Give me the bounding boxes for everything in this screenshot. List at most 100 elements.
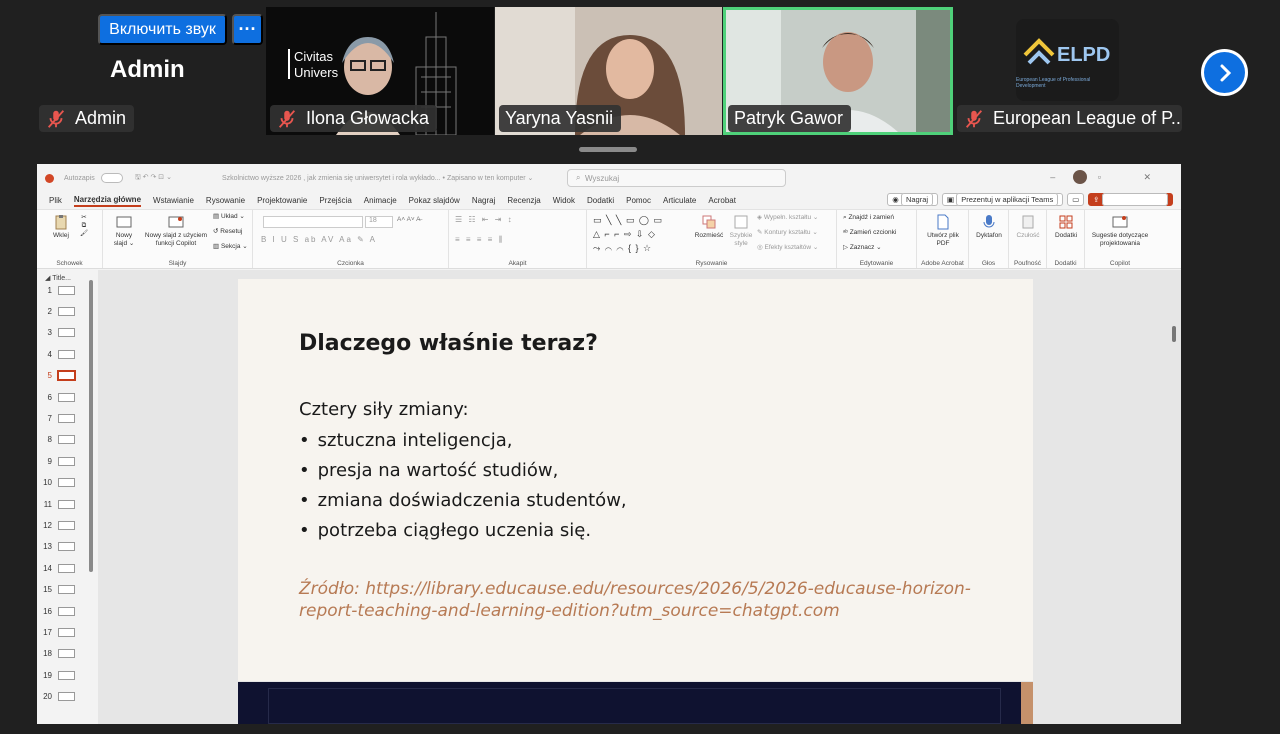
search-input[interactable]: ⌕ Wyszukaj (567, 169, 786, 187)
tab-articulate[interactable]: Articulate (663, 196, 696, 205)
comments-button[interactable]: ▭ (1067, 193, 1085, 206)
slide-thumbnail[interactable]: 11 (37, 498, 97, 510)
tab-record[interactable]: Nagraj (472, 196, 496, 205)
list-buttons[interactable]: ☰ ☷ ⇤ ⇥ ↕ (455, 216, 581, 224)
new-slide-copilot-button[interactable]: Nowy slajd z użyciem funkcji Copilot (141, 214, 211, 248)
tab-slideshow[interactable]: Pokaz slajdów (409, 196, 460, 205)
slide-thumbnail[interactable]: 8 (37, 434, 97, 446)
clipboard-icon (55, 215, 67, 230)
shape-outline-button[interactable]: ✎ Kontury kształtu ⌄ (757, 229, 835, 237)
next-participants-button[interactable] (1201, 49, 1248, 96)
slide-bullet-list[interactable]: sztuczna inteligencja, presja na wartość… (299, 429, 627, 549)
slide-thumbnail[interactable]: 1 (37, 284, 97, 296)
slide-thumbnail[interactable]: 16 (37, 605, 97, 617)
tab-acrobat[interactable]: Acrobat (708, 196, 736, 205)
slide-thumbnail[interactable]: 3 (37, 327, 97, 339)
scrollbar-thumb[interactable] (1172, 326, 1176, 342)
font-family-select[interactable] (263, 216, 363, 228)
tab-home[interactable]: Narzędzia główne (73, 195, 142, 207)
slide-thumbnail[interactable]: 15 (37, 584, 97, 596)
shape-effects-button[interactable]: ◎ Efekty kształtów ⌄ (757, 244, 835, 252)
font-format-buttons[interactable]: B I U S ab AV Aa ✎ A (261, 236, 446, 244)
slide-thumbnail[interactable]: 13 (37, 541, 97, 553)
canvas-scrollbar[interactable] (1170, 270, 1178, 724)
ribbon-group-drawing: ▭ ╲ ╲ ▭ ◯ ▭ △ ⌐ ⌐ ⇨ ⇩ ◇ ⤳ ⌒ ⌒ { } ☆ Rozmie… (587, 210, 837, 268)
select-button[interactable]: ▷ Zaznacz ⌄ (843, 244, 915, 252)
tab-transitions[interactable]: Przejścia (319, 196, 351, 205)
dictate-button[interactable]: Dyktafon (971, 214, 1007, 240)
slide-thumbnail[interactable]: 19 (37, 669, 97, 681)
slide-thumbnail[interactable]: 18 (37, 648, 97, 660)
tab-design[interactable]: Projektowanie (257, 196, 307, 205)
slide-thumbnail[interactable]: 12 (37, 519, 97, 531)
quick-styles-icon (734, 215, 748, 229)
slide-thumbnail[interactable]: 4 (37, 348, 97, 360)
next-slide-preview[interactable] (238, 682, 1033, 724)
slide-thumbnail[interactable]: 17 (37, 626, 97, 638)
slide-thumbnail[interactable]: 2 (37, 305, 97, 317)
gallery-resize-handle[interactable] (579, 147, 637, 152)
slide-number: 2 (47, 306, 52, 316)
tab-insert[interactable]: Wstawianie (153, 196, 194, 205)
tab-draw[interactable]: Rysowanie (206, 196, 245, 205)
ribbon-home: Wklej ✂ ⧉ 🖌 Schowek Nowy slajd ⌄ Nowy slaj… (37, 209, 1181, 269)
paste-button[interactable]: Wklej (49, 214, 73, 240)
shape-fill-button[interactable]: ◈ Wypełn. kształtu ⌄ (757, 214, 835, 222)
tab-file[interactable]: Plik (49, 196, 62, 205)
section-button[interactable]: ▥ Sekcja ⌄ (213, 243, 253, 251)
new-slide-button[interactable]: Nowy slajd ⌄ (111, 214, 137, 248)
record-button[interactable]: ◉ Nagraj (887, 193, 939, 206)
create-pdf-label: Utwórz plik PDF (927, 232, 959, 247)
slide-title[interactable]: Dlaczego właśnie teraz? (299, 331, 598, 356)
quick-styles-button[interactable]: Szybkie style (727, 214, 755, 248)
layout-button[interactable]: ▤ Układ ⌄ (213, 213, 253, 221)
reset-button[interactable]: ↺ Resetuj (213, 228, 253, 236)
cut-copy-icons[interactable]: ✂ ⧉ 🖌 (77, 214, 91, 238)
tab-help[interactable]: Pomoc (626, 196, 651, 205)
tab-addins[interactable]: Dodatki (587, 196, 614, 205)
align-buttons[interactable]: ≡ ≡ ≡ ≡ ⫼ (455, 236, 581, 244)
design-suggestions-button[interactable]: Sugestie dotyczące projektowania (1087, 214, 1153, 248)
ribbon-group-copilot: Sugestie dotyczące projektowania Copilot (1085, 210, 1155, 268)
font-size-select[interactable]: 18 (365, 216, 393, 228)
sensitivity-label: Czułość (1016, 232, 1040, 239)
unmute-button[interactable]: Включить звук (98, 14, 227, 45)
slide-source-link[interactable]: Źródło: https://library.educause.edu/res… (299, 578, 999, 622)
section-header[interactable]: ◢ Title... (45, 274, 71, 282)
slide-thumbnail-image (58, 413, 75, 423)
slide-intro-text[interactable]: Cztery siły zmiany: (299, 399, 469, 420)
slide-thumbnail[interactable]: 10 (37, 477, 97, 489)
participant-tile-elpd[interactable]: ELPD European League of Professional Dev… (1016, 19, 1119, 101)
slide-thumbnail[interactable]: 9 (37, 455, 97, 467)
sensitivity-button[interactable]: Czułość (1011, 214, 1045, 240)
tab-view[interactable]: Widok (553, 196, 575, 205)
slide-thumbnail[interactable]: 20 (37, 691, 97, 703)
slide-thumbnail[interactable]: 7 (37, 412, 97, 424)
window-controls[interactable]: – ▫ ✕ (1050, 172, 1171, 183)
current-slide[interactable]: Dlaczego właśnie teraz? Cztery siły zmia… (238, 279, 1033, 681)
more-options-button[interactable]: ··· (232, 14, 263, 45)
font-size-adjust[interactable]: A˄ A˅ A̶ (397, 216, 443, 224)
quick-access-icons[interactable]: 🖫 ↶ ↷ ⊡ ⌄ (135, 173, 172, 184)
addins-button[interactable]: Dodatki (1049, 214, 1083, 240)
create-pdf-button[interactable]: Utwórz plik PDF (923, 214, 963, 248)
slide-thumbnail[interactable]: 6 (37, 391, 97, 403)
slide-thumbnail-image (58, 456, 75, 466)
search-placeholder: Wyszukaj (584, 173, 620, 183)
autosave-toggle[interactable] (100, 173, 123, 183)
arrange-button[interactable]: Rozmieść (693, 214, 725, 240)
share-button[interactable]: ⇪ Udostępnianie ⌄ (1088, 193, 1173, 206)
group-label: Rysowanie (695, 260, 728, 267)
slide-thumbnail[interactable]: 14 (37, 562, 97, 574)
slide-number: 14 (43, 563, 52, 573)
tab-animations[interactable]: Animacje (364, 196, 397, 205)
slide-thumbnail[interactable]: 5 (37, 370, 97, 382)
editor-workspace: ◢ Title... 1 2 3 4 5 6 7 8 9 10 11 12 13 14 15 16 17 18 19… (37, 270, 1181, 724)
addins-icon (1059, 215, 1073, 229)
shapes-gallery[interactable]: ▭ ╲ ╲ ▭ ◯ ▭ △ ⌐ ⌐ ⇨ ⇩ ◇ ⤳ ⌒ ⌒ { } ☆ (593, 213, 687, 255)
find-replace-button[interactable]: ⌕ Znajdź i zamień (843, 214, 915, 222)
replace-font-button[interactable]: ᵃᵇ Zamień czcionki (843, 229, 915, 237)
present-teams-button[interactable]: ▣ Prezentuj w aplikacji Teams (942, 193, 1064, 206)
participant-chip-ilona: Ilona Głowacka (270, 105, 438, 132)
tab-review[interactable]: Recenzja (507, 196, 540, 205)
